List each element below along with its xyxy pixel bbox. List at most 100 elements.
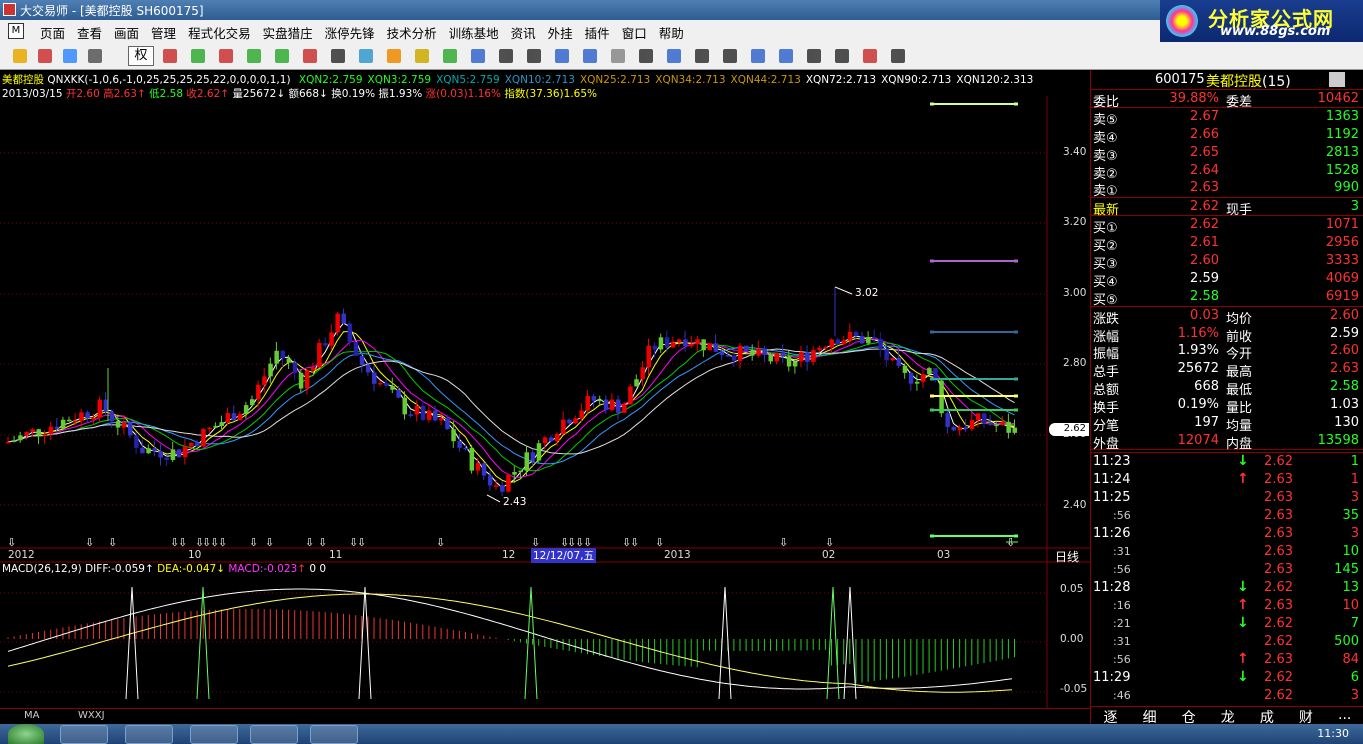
toolbar-tool-icon[interactable] <box>85 46 105 66</box>
candle-body <box>158 451 163 458</box>
menu-item[interactable]: 训练基地 <box>443 23 505 42</box>
menu-item[interactable]: 外挂 <box>542 23 579 42</box>
menu-item[interactable]: 实盘猎庄 <box>257 23 319 42</box>
tab-ma[interactable]: MA <box>24 710 39 721</box>
menu-item[interactable]: 窗口 <box>616 23 653 42</box>
period-label[interactable]: 日线 <box>1055 548 1079 565</box>
toolbar-tool-icon[interactable] <box>664 46 684 66</box>
panel-tab[interactable]: 财 <box>1299 707 1313 726</box>
browser-taskbar-icon[interactable] <box>310 725 358 744</box>
start-button[interactable] <box>8 724 44 744</box>
candle-body <box>860 336 865 344</box>
menu-item[interactable]: 查看 <box>71 23 108 42</box>
folder-taskbar-icon[interactable] <box>125 725 173 744</box>
menu-item[interactable]: 涨停先锋 <box>319 23 381 42</box>
toolbar-tool-icon[interactable] <box>160 46 180 66</box>
candle-body <box>609 399 615 410</box>
candle-body <box>237 413 243 421</box>
toolbar-tool-icon[interactable] <box>356 46 376 66</box>
menu-item[interactable]: 页面 <box>34 23 71 42</box>
toolbar-tool-icon[interactable] <box>412 46 432 66</box>
candle-body <box>439 418 444 421</box>
panel-tab[interactable]: 细 <box>1143 707 1157 726</box>
candlestick-chart[interactable]: ⇩ ⇩ ⇩ ⇩⇩ ⇩⇩⇩⇩ ⇩ ⇩ ⇩ ⇩ ⇩⇩ ⇩ ⇩ ⇩⇩⇩⇩ ⇩⇩ ⇩ ⇩ ⇩ ⇩ <box>0 96 1090 708</box>
candle-body <box>390 385 395 390</box>
candle-body <box>725 355 731 357</box>
macd-tick-label: 0.05 <box>1060 583 1084 595</box>
tick-list[interactable]: 11:23 2.62 ↓ 1 11:24 2.63 ↑ 1 11:25 2.63 3:56 2.63 3… <box>1091 451 1363 705</box>
toolbar-tool-icon[interactable] <box>860 46 880 66</box>
candle-body <box>646 345 651 368</box>
level-marker <box>930 330 934 334</box>
toolbar-tool-icon[interactable] <box>496 46 516 66</box>
menu-item[interactable]: 资讯 <box>505 23 542 42</box>
candle-body <box>713 343 719 352</box>
toolbar-tool-icon[interactable] <box>468 46 488 66</box>
candle-body <box>128 422 133 436</box>
menu-bar: M 页面 查看 画面 管理 程式化交易 实盘猎庄 涨停先锋 技术分析 训练基地 资讯 外挂 插件 窗口帮… <box>0 20 1160 42</box>
panel-tab[interactable]: 龙 <box>1221 707 1235 726</box>
toolbar-tool-icon[interactable] <box>720 46 740 66</box>
macd-diff: DIFF:-0.059 <box>85 563 145 575</box>
toolbar-tool-icon[interactable] <box>328 46 348 66</box>
menu-item[interactable]: 插件 <box>579 23 616 42</box>
price-tick-label: 3.20 <box>1063 216 1087 228</box>
toolbar-tool-icon[interactable] <box>440 46 460 66</box>
adjust-rights-button[interactable]: 权 <box>128 46 154 66</box>
toolbar-tool-icon[interactable] <box>692 46 712 66</box>
quote-panel: 600175 美都控股(15) 委比 39.88% 委差 10462 卖⑤ 2.6… <box>1090 70 1363 726</box>
panel-tab[interactable]: ... <box>1338 707 1351 724</box>
menu-item[interactable]: 帮助 <box>653 23 690 42</box>
toolbar-tool-icon[interactable] <box>888 46 908 66</box>
candle-body <box>292 362 298 373</box>
toolbar-tool-icon[interactable] <box>580 46 600 66</box>
panel-tab[interactable]: 仓 <box>1182 707 1196 726</box>
toolbar-tool-icon[interactable] <box>552 46 572 66</box>
toolbar-tool-icon[interactable] <box>524 46 544 66</box>
candle-body <box>213 425 218 428</box>
toolbar-tool-icon[interactable] <box>35 46 55 66</box>
toolbar-tool-icon[interactable] <box>636 46 656 66</box>
toolbar-tool-icon[interactable] <box>272 46 292 66</box>
stock-name-label: 美都控股(15) <box>1206 74 1291 90</box>
toolbar-tool-icon[interactable] <box>748 46 768 66</box>
app-taskbar-icon[interactable] <box>250 725 298 744</box>
panel-tab[interactable]: 逐 <box>1104 707 1118 726</box>
ie-taskbar-icon[interactable] <box>60 725 108 744</box>
candle-body <box>634 379 639 387</box>
tab-wxxj[interactable]: WXXJ <box>78 710 105 721</box>
toolbar-tool-icon[interactable] <box>60 46 80 66</box>
toolbar-tool-icon[interactable] <box>300 46 320 66</box>
menu-item[interactable]: 画面 <box>108 23 145 42</box>
macd-dea-line <box>7 593 1013 693</box>
bid-row: 买③ 2.60 3333 <box>1093 253 1359 273</box>
toolbar-tool-icon[interactable] <box>216 46 236 66</box>
menu-item[interactable]: 管理 <box>145 23 182 42</box>
toolbar-tool-icon[interactable] <box>188 46 208 66</box>
panel-tab[interactable]: 成 <box>1260 707 1274 726</box>
toolbar-tool-icon[interactable] <box>804 46 824 66</box>
candle-body <box>914 381 920 384</box>
toolbar-tool-icon[interactable] <box>608 46 628 66</box>
menu-item[interactable]: 程式化交易 <box>182 23 257 42</box>
level-marker <box>930 259 934 263</box>
home-taskbar-icon[interactable] <box>190 725 238 744</box>
menu-item[interactable]: 技术分析 <box>381 23 443 42</box>
candle-body <box>18 435 23 441</box>
toolbar-tool-icon[interactable] <box>776 46 796 66</box>
down-arrow-marker: ⇩ <box>436 536 445 549</box>
toolbar-tool-icon[interactable] <box>244 46 264 66</box>
toolbar-tool-icon[interactable] <box>384 46 404 66</box>
down-arrow-icon: ↓ <box>1237 452 1249 469</box>
candle-body <box>365 364 371 373</box>
candle-body <box>982 413 987 423</box>
toolbar-tool-icon[interactable] <box>10 46 30 66</box>
down-arrow-marker: ⇩ <box>305 536 314 549</box>
toolbar-tool-icon[interactable] <box>832 46 852 66</box>
candle-body <box>817 347 822 351</box>
panel-switch-icon[interactable] <box>1329 72 1345 87</box>
chart-menu-icon[interactable]: M <box>8 23 24 39</box>
down-arrow-marker: ⇩ <box>218 536 227 549</box>
panel-header: 600175 美都控股(15) <box>1091 70 1363 90</box>
down-arrow-marker: ⇩ <box>630 536 639 549</box>
